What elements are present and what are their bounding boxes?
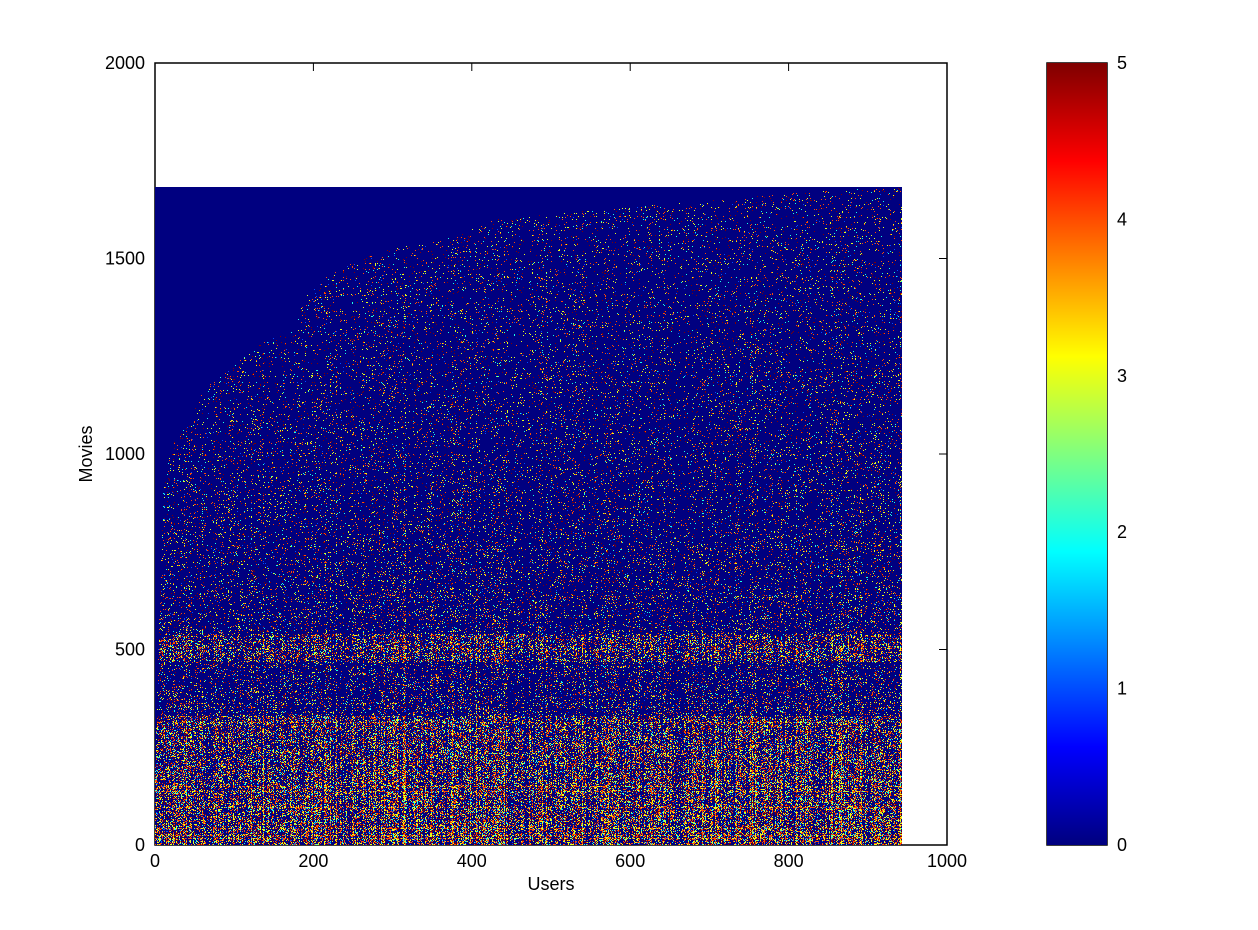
x-tick-label: 200 <box>298 851 328 871</box>
x-tick-label: 600 <box>615 851 645 871</box>
y-tick-label: 1500 <box>105 249 145 269</box>
y-axis-label: Movies <box>76 425 96 482</box>
ratings-heatmap <box>155 187 902 845</box>
y-tick-label: 0 <box>135 835 145 855</box>
colorbar-tick-label: 1 <box>1117 679 1127 699</box>
y-tick-label: 2000 <box>105 53 145 73</box>
colorbar-tick-label: 4 <box>1117 209 1127 229</box>
x-tick-label: 400 <box>457 851 487 871</box>
colorbar-tick-label: 0 <box>1117 835 1127 855</box>
colorbar-tick-label: 2 <box>1117 522 1127 542</box>
y-tick-label: 1000 <box>105 444 145 464</box>
x-tick-label: 1000 <box>927 851 967 871</box>
x-axis-label: Users <box>527 874 574 894</box>
colorbar-tick-label: 3 <box>1117 366 1127 386</box>
colorbar-gradient <box>1047 63 1107 845</box>
y-tick-label: 500 <box>115 640 145 660</box>
x-tick-label: 800 <box>774 851 804 871</box>
colorbar-tick-label: 5 <box>1117 53 1127 73</box>
x-tick-label: 0 <box>150 851 160 871</box>
